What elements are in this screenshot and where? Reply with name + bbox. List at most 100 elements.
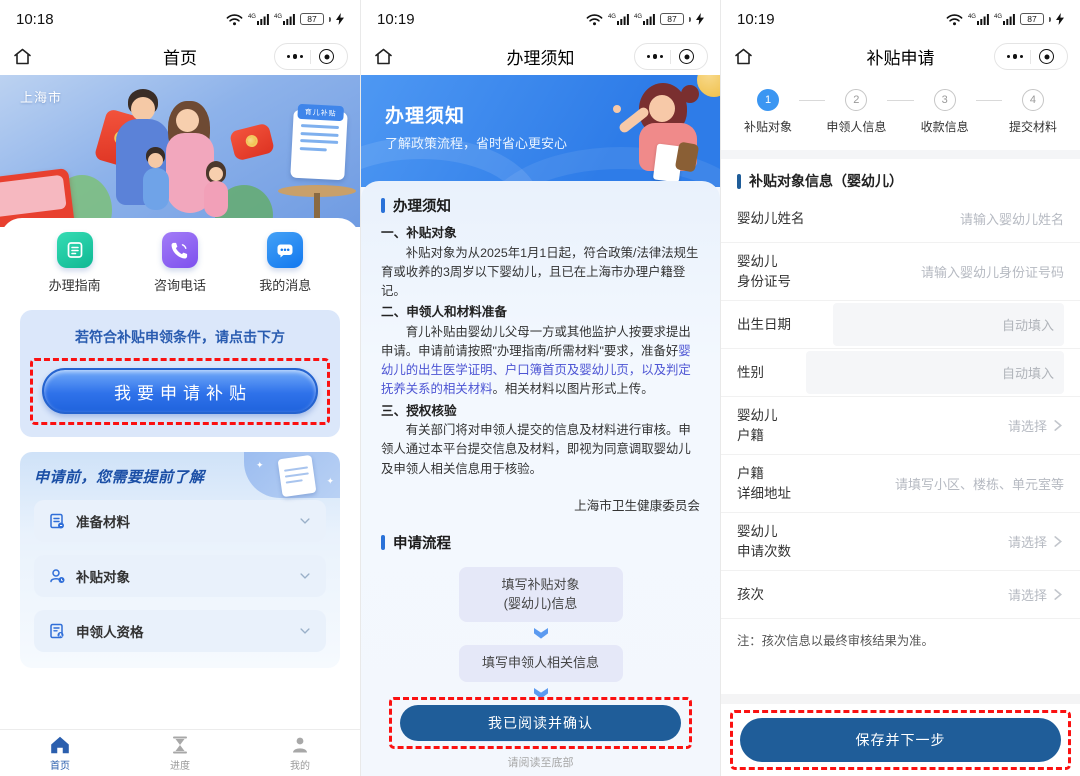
cellular-signal-icon-1: 4G	[608, 13, 629, 25]
apply-subsidy-button[interactable]: 我要申请补贴	[42, 368, 318, 414]
save-next-button[interactable]: 保存并下一步	[740, 718, 1061, 762]
message-bubble-icon	[267, 232, 303, 268]
accordion-applicant-eligibility[interactable]: 申领人资格	[34, 610, 326, 652]
notice-p1: 补贴对象为从2025年1月1日起，符合政策/法律法规生育或收养的3周岁以下婴幼儿…	[381, 244, 700, 302]
more-menu-icon[interactable]	[280, 54, 311, 59]
notice-p3: 有关部门将对申领人提交的信息及材料进行审核。申领人通过本平台提交信息及材料，即视…	[381, 421, 700, 479]
pre-apply-info-card: ✦ ✦ 申请前，您需要提前了解 准备材料 补贴对象 申领人资格	[20, 452, 340, 668]
form-section-header: 补贴对象信息（婴幼儿）	[721, 159, 1080, 195]
read-to-bottom-hint: 请阅读至底部	[361, 754, 720, 770]
section-bar	[737, 174, 741, 189]
infant-name-input[interactable]: 请输入婴幼儿姓名	[960, 209, 1064, 228]
cellular-signal-icon-1: 4G	[248, 13, 269, 25]
bottom-tab-bar: 首页 进度 我的	[0, 729, 360, 776]
gender-auto-field: 自动填入	[806, 351, 1064, 394]
tab-profile[interactable]: 我的	[240, 730, 360, 776]
battery-icon: 87	[300, 13, 324, 25]
step-3-payment-info: 3 收款信息	[914, 89, 976, 135]
step-4-submit-materials: 4 提交材料	[1002, 89, 1064, 135]
annotation-box-confirm: 我已阅读并确认	[389, 697, 692, 749]
child-order-note: 注：孩次信息以最终审核结果为准。	[721, 619, 1080, 689]
status-bar: 10:19 4G 4G 87	[361, 0, 720, 38]
field-application-count[interactable]: 婴幼儿 申请次数 请选择	[721, 513, 1080, 571]
field-gender: 性别 自动填入	[721, 349, 1080, 397]
field-infant-household[interactable]: 婴幼儿 户籍 请选择	[721, 397, 1080, 455]
quick-action-guide[interactable]: 办理指南	[40, 232, 110, 294]
nav-bar: 首页	[0, 38, 360, 75]
subsidy-document-illustration: 育儿补贴	[290, 110, 347, 181]
field-infant-name: 婴幼儿姓名 请输入婴幼儿姓名	[721, 195, 1080, 243]
chevron-right-icon	[1051, 418, 1064, 433]
nav-bar: 办理须知	[361, 38, 720, 75]
notice-h3: 三、授权核验	[381, 402, 700, 422]
accordion-prepare-materials[interactable]: 准备材料	[34, 500, 326, 542]
battery-icon: 87	[1020, 13, 1044, 25]
progress-stepper: 1 补贴对象 2 申领人信息 3 收款信息 4 提交材料	[721, 75, 1080, 147]
battery-nub	[329, 17, 331, 22]
more-menu-icon[interactable]	[1000, 54, 1031, 59]
clock: 10:18	[16, 11, 54, 28]
chevron-down-icon	[298, 514, 312, 528]
confirm-area: 我已阅读并确认 请阅读至底部	[361, 697, 720, 770]
cellular-signal-icon-2: 4G	[634, 13, 655, 25]
miniapp-capsule	[634, 43, 708, 70]
accordion-subsidy-target[interactable]: 补贴对象	[34, 555, 326, 597]
apply-card: 若符合补贴申领条件，请点击下方 我要申请补贴	[20, 310, 340, 437]
footer-divider	[721, 694, 1080, 704]
phone-icon	[162, 232, 198, 268]
close-miniapp-icon[interactable]	[1039, 49, 1054, 64]
battery-icon: 87	[660, 13, 684, 25]
annotation-box-apply: 我要申请补贴	[30, 358, 330, 425]
clock: 10:19	[377, 11, 415, 28]
charging-bolt-icon	[1056, 13, 1064, 25]
guide-doc-icon	[57, 232, 93, 268]
wifi-icon	[946, 13, 963, 26]
tab-progress[interactable]: 进度	[120, 730, 240, 776]
home-content-card: 办理指南 咨询电话 我的消息 若符合补贴申领条件，请点击下方	[0, 218, 360, 776]
more-menu-icon[interactable]	[640, 54, 671, 59]
woman-illustration	[597, 81, 719, 187]
red-envelope-small	[229, 123, 275, 162]
doc-badge: 育儿补贴	[297, 104, 344, 121]
status-bar: 10:18 4G 4G 87	[0, 0, 360, 38]
quick-action-hotline[interactable]: 咨询电话	[145, 232, 215, 294]
step-2-applicant-info: 2 申领人信息	[825, 89, 887, 135]
section-bar	[381, 535, 385, 550]
address-input[interactable]: 请填写小区、楼栋、单元室等	[895, 474, 1064, 493]
confirm-read-button[interactable]: 我已阅读并确认	[400, 705, 681, 741]
nav-bar: 补贴申请	[721, 38, 1080, 75]
flow-section-header: 申请流程	[381, 532, 700, 553]
chevron-down-icon	[298, 624, 312, 638]
chevron-right-icon	[1051, 587, 1064, 602]
screen-application-form: 10:19 4G 4G 87 补贴申请 1 补贴对象	[720, 0, 1080, 776]
charging-bolt-icon	[336, 13, 344, 25]
notice-section-header: 办理须知	[381, 195, 700, 216]
step-1-subsidy-target: 1 补贴对象	[737, 89, 799, 135]
section-bar	[381, 198, 385, 213]
birth-date-auto-field: 自动填入	[833, 303, 1064, 346]
chevron-down-icon	[298, 569, 312, 583]
infant-id-input[interactable]: 请输入婴幼儿身份证号码	[921, 262, 1064, 281]
tab-home[interactable]: 首页	[0, 730, 120, 776]
notice-p2: 育儿补贴由婴幼儿父母一方或其他监护人按要求提出申请。申请前请按照"办理指南/所需…	[381, 323, 700, 400]
profile-person-icon	[290, 735, 310, 755]
three-screen-composite: 10:18 4G 4G 87 首页 上海市	[0, 0, 1080, 776]
section-divider	[721, 150, 1080, 159]
charging-bolt-icon	[696, 13, 704, 25]
flow-step-2: 填写申领人相关信息	[459, 645, 623, 682]
field-child-order[interactable]: 孩次 请选择	[721, 571, 1080, 619]
issuer-signature: 上海市卫生健康委员会	[381, 495, 700, 514]
notice-text: 一、补贴对象 补贴对象为从2025年1月1日起，符合政策/法律法规生育或收养的3…	[381, 224, 700, 479]
annotation-box-save: 保存并下一步	[730, 710, 1071, 770]
field-birth-date: 出生日期 自动填入	[721, 301, 1080, 349]
quick-action-messages[interactable]: 我的消息	[250, 232, 320, 294]
notice-hero-banner: 办理须知 了解政策流程，省时省心更安心	[361, 75, 720, 187]
notice-h1: 一、补贴对象	[381, 224, 700, 244]
battery-nub	[1049, 17, 1051, 22]
flow-step-1: 填写补贴对象 (婴幼儿)信息	[459, 567, 623, 623]
flow-arrow-down-icon	[381, 628, 700, 639]
close-miniapp-icon[interactable]	[679, 49, 694, 64]
hero-subtitle: 了解政策流程，省时省心更安心	[385, 133, 567, 152]
close-miniapp-icon[interactable]	[319, 49, 334, 64]
cellular-signal-icon-1: 4G	[968, 13, 989, 25]
